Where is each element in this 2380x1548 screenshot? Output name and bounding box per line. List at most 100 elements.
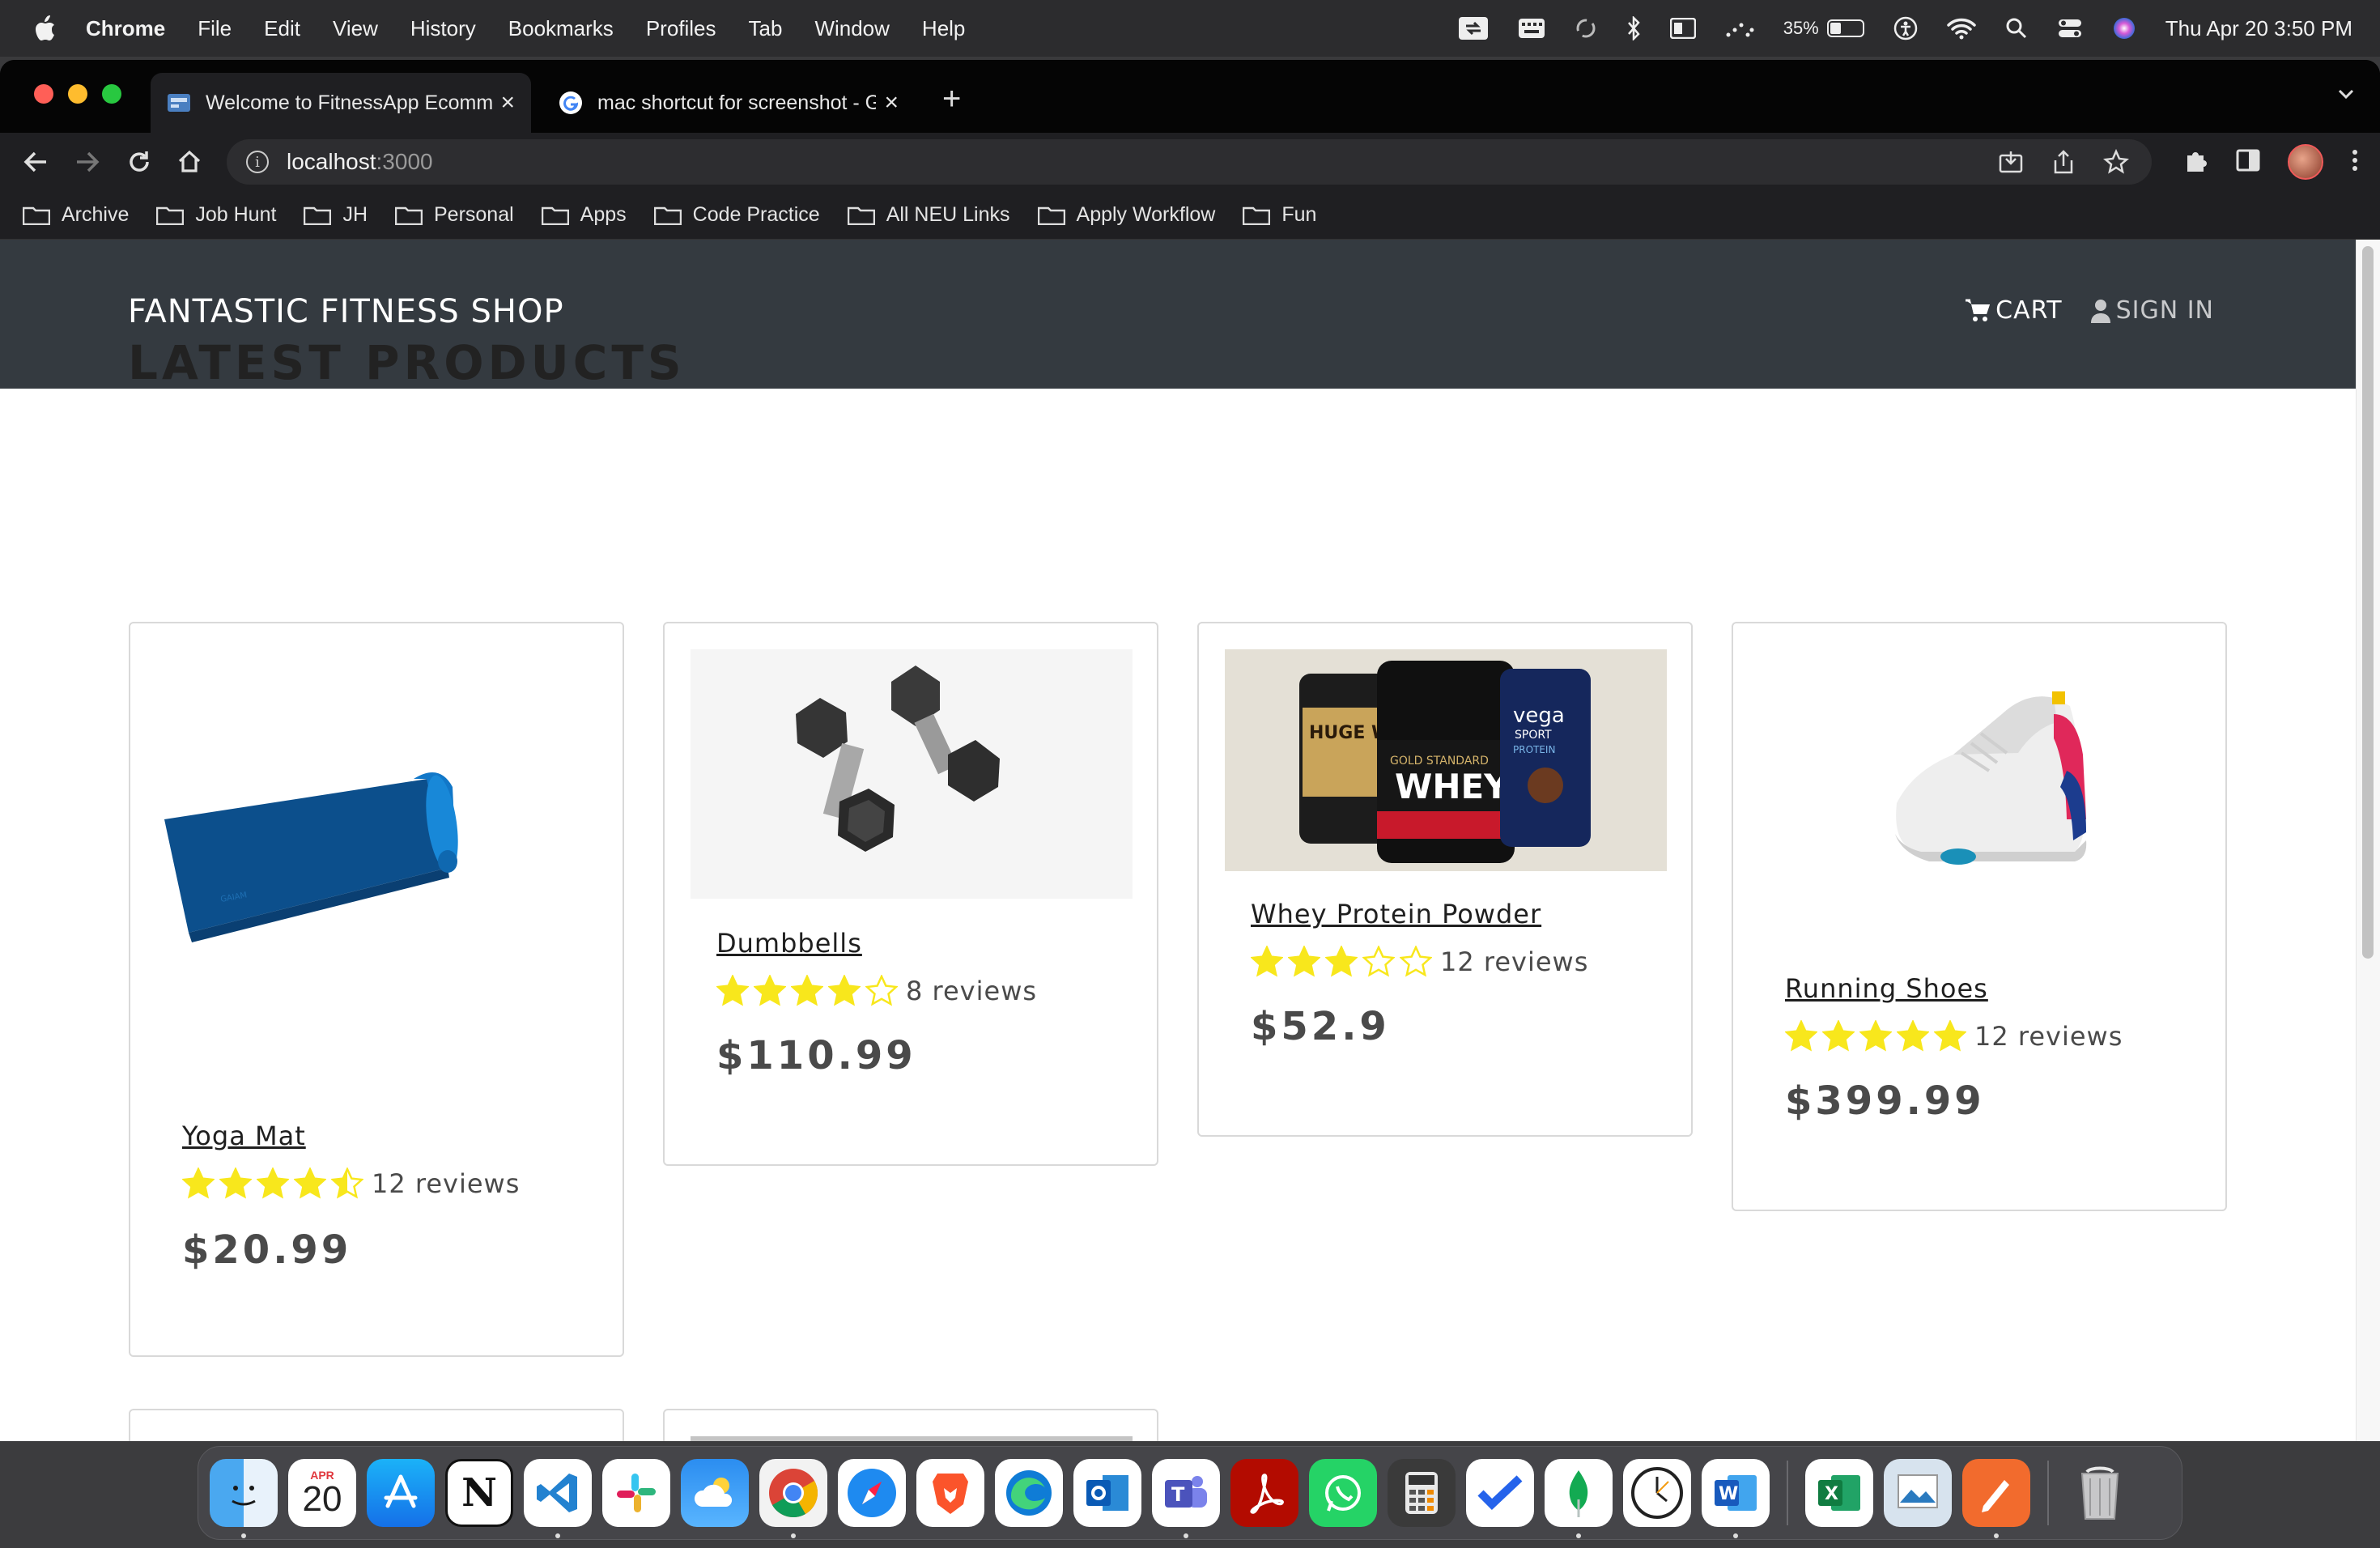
product-image-dumbbells[interactable]: [691, 649, 1133, 899]
product-name-link[interactable]: Whey Protein Powder: [1251, 899, 1541, 929]
product-image-running-shoes[interactable]: [1759, 649, 2201, 946]
product-card[interactable]: [129, 1409, 624, 1441]
bookmark-personal[interactable]: Personal: [395, 203, 514, 227]
bookmark-code-practice[interactable]: Code Practice: [653, 203, 820, 227]
product-name-link[interactable]: Running Shoes: [1785, 973, 1988, 1004]
finder-icon[interactable]: [210, 1459, 278, 1538]
tasks-checkmark-icon[interactable]: [1466, 1459, 1534, 1527]
chrome-icon[interactable]: [759, 1459, 827, 1538]
cart-link[interactable]: CART: [1965, 296, 2062, 325]
bookmark-archive[interactable]: Archive: [23, 203, 129, 227]
menu-help[interactable]: Help: [922, 16, 965, 41]
apple-menu-icon[interactable]: [32, 15, 57, 42]
bookmark-star-icon[interactable]: [2103, 148, 2129, 181]
sign-in-link[interactable]: SIGN IN: [2090, 296, 2214, 325]
preview-icon[interactable]: [1884, 1459, 1952, 1527]
tab-google-search[interactable]: mac shortcut for screenshot - G ×: [542, 73, 915, 133]
menu-file[interactable]: File: [198, 16, 232, 41]
menu-window[interactable]: Window: [814, 16, 889, 41]
zoom-window-button[interactable]: [102, 84, 121, 104]
install-app-icon[interactable]: [1998, 149, 2024, 181]
new-tab-icon[interactable]: +: [942, 83, 961, 115]
mongodb-icon[interactable]: [1545, 1459, 1613, 1538]
outlook-icon[interactable]: [1073, 1459, 1141, 1527]
app-store-icon[interactable]: [367, 1459, 435, 1527]
bookmark-job-hunt[interactable]: Job Hunt: [156, 203, 276, 227]
close-tab-icon[interactable]: ×: [884, 89, 899, 117]
tab-fitnessapp[interactable]: Welcome to FitnessApp Ecomm ×: [151, 73, 531, 133]
chrome-menu-kebab-icon[interactable]: [2351, 148, 2359, 176]
teams-icon[interactable]: T: [1152, 1459, 1220, 1538]
share-icon[interactable]: [2051, 149, 2076, 181]
forward-arrow-icon[interactable]: [71, 146, 104, 178]
close-window-button[interactable]: [34, 84, 53, 104]
site-info-icon[interactable]: i: [246, 151, 269, 173]
battery-status[interactable]: 35%: [1783, 18, 1864, 39]
safari-icon[interactable]: [838, 1459, 906, 1527]
scrollbar-thumb[interactable]: [2362, 246, 2374, 959]
control-center-icon[interactable]: [2057, 17, 2083, 40]
menu-bookmarks[interactable]: Bookmarks: [508, 16, 614, 41]
bookmark-fun[interactable]: Fun: [1243, 203, 1316, 227]
bookmark-apply-workflow[interactable]: Apply Workflow: [1037, 203, 1215, 227]
weather-icon[interactable]: [681, 1459, 749, 1527]
minimize-window-button[interactable]: [68, 84, 87, 104]
bookmark-all-neu-links[interactable]: All NEU Links: [847, 203, 1010, 227]
product-price: $110.99: [716, 1033, 916, 1078]
address-bar[interactable]: i localhost:3000: [227, 139, 2152, 185]
profile-avatar[interactable]: [2288, 144, 2323, 180]
product-card[interactable]: Dumbbells 8 reviews $110.99: [663, 622, 1158, 1166]
loading-dots-icon[interactable]: [1725, 19, 1754, 38]
close-tab-icon[interactable]: ×: [500, 89, 515, 117]
brave-icon[interactable]: [916, 1459, 984, 1527]
product-card[interactable]: GAIAM Yoga Mat 12 reviews $20.99: [129, 622, 624, 1357]
menu-profiles[interactable]: Profiles: [646, 16, 716, 41]
wifi-icon[interactable]: [1947, 17, 1976, 40]
home-icon[interactable]: [173, 146, 206, 178]
menu-app-name[interactable]: Chrome: [86, 16, 165, 41]
clock-icon[interactable]: [1623, 1459, 1691, 1527]
reload-icon[interactable]: [123, 146, 155, 178]
side-panel-icon[interactable]: [2236, 149, 2260, 176]
product-image-yoga-mat[interactable]: GAIAM: [156, 649, 598, 1091]
running-indicator: [1733, 1533, 1738, 1538]
menu-edit[interactable]: Edit: [264, 16, 300, 41]
notion-icon[interactable]: N: [445, 1459, 513, 1527]
swirl-app-icon[interactable]: [1575, 17, 1597, 40]
siri-icon[interactable]: [2112, 16, 2136, 40]
spotlight-search-icon[interactable]: [2005, 17, 2028, 40]
trash-icon[interactable]: [2066, 1459, 2134, 1527]
acrobat-icon[interactable]: [1230, 1459, 1298, 1527]
product-name-link[interactable]: Yoga Mat: [182, 1121, 306, 1151]
page-scrollbar[interactable]: [2356, 240, 2380, 1441]
product-card[interactable]: HUGE WHEY GOLD STANDARD WHEY vega SPORT …: [1197, 622, 1693, 1137]
menu-tab[interactable]: Tab: [749, 16, 783, 41]
bookmark-apps[interactable]: Apps: [541, 203, 627, 227]
product-name-link[interactable]: Dumbbells: [716, 928, 862, 959]
whatsapp-icon[interactable]: [1309, 1459, 1377, 1527]
word-icon[interactable]: W: [1702, 1459, 1770, 1538]
bluetooth-icon[interactable]: [1626, 16, 1641, 40]
excel-icon[interactable]: X: [1805, 1459, 1873, 1527]
menubar-clock[interactable]: Thu Apr 20 3:50 PM: [2165, 16, 2352, 41]
bookmark-jh[interactable]: JH: [304, 203, 368, 227]
product-image-whey-protein[interactable]: HUGE WHEY GOLD STANDARD WHEY vega SPORT …: [1225, 649, 1667, 871]
screen-share-icon[interactable]: [1458, 16, 1489, 40]
extensions-puzzle-icon[interactable]: [2182, 147, 2208, 177]
calendar-icon[interactable]: APR 20: [288, 1459, 356, 1527]
tab-search-chevron-icon[interactable]: [2336, 84, 2356, 108]
pen-tool-icon[interactable]: [1962, 1459, 2030, 1538]
window-manager-icon[interactable]: [1669, 18, 1696, 39]
back-arrow-icon[interactable]: [19, 146, 52, 178]
slack-icon[interactable]: [602, 1459, 670, 1527]
menu-view[interactable]: View: [333, 16, 378, 41]
vscode-icon[interactable]: [524, 1459, 592, 1538]
product-card[interactable]: [663, 1409, 1158, 1441]
product-card[interactable]: Running Shoes 12 reviews $399.99: [1732, 622, 2227, 1211]
accessibility-icon[interactable]: [1893, 16, 1918, 40]
site-brand[interactable]: FANTASTIC FITNESS SHOP: [128, 293, 564, 330]
keyboard-icon[interactable]: [1518, 18, 1545, 39]
calculator-icon[interactable]: [1388, 1459, 1456, 1527]
edge-icon[interactable]: [995, 1459, 1063, 1527]
menu-history[interactable]: History: [410, 16, 476, 41]
